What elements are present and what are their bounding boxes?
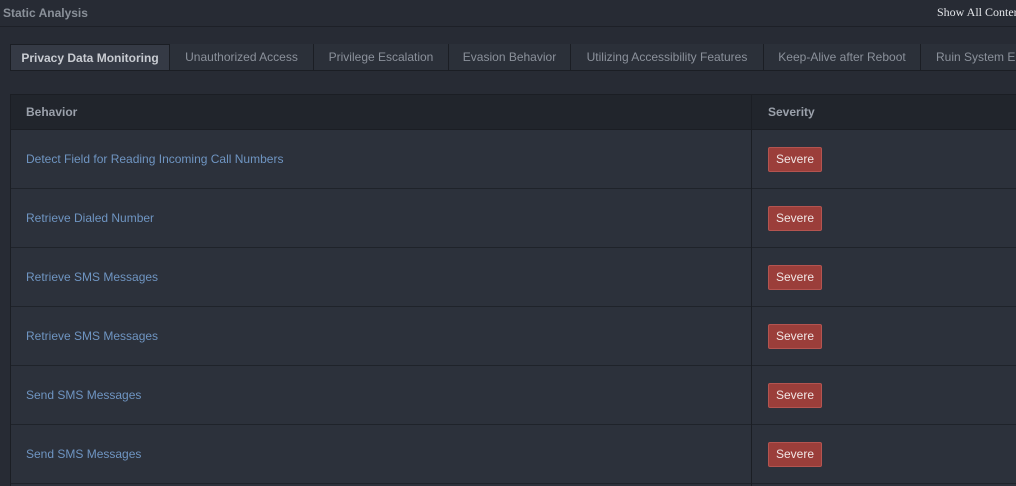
table-row: Retrieve SMS Messages Severe xyxy=(11,307,1016,366)
behavior-link[interactable]: Retrieve Dialed Number xyxy=(26,189,154,247)
severity-badge: Severe xyxy=(768,206,822,231)
table-row: Send SMS Messages Severe xyxy=(11,425,1016,484)
tab-keep-alive-after-reboot[interactable]: Keep-Alive after Reboot xyxy=(764,44,921,70)
severity-badge: Severe xyxy=(768,265,822,290)
behavior-table: Behavior Severity Detect Field for Readi… xyxy=(10,94,1016,486)
page-title: Static Analysis xyxy=(3,6,88,20)
column-header-severity[interactable]: Severity xyxy=(768,95,815,130)
tab-unauthorized-access[interactable]: Unauthorized Access xyxy=(170,44,314,70)
category-tabs: Privacy Data Monitoring Unauthorized Acc… xyxy=(10,44,1016,71)
column-divider xyxy=(751,95,752,486)
behavior-link[interactable]: Send SMS Messages xyxy=(26,425,141,483)
table-header: Behavior Severity xyxy=(11,95,1016,130)
severity-badge: Severe xyxy=(768,147,822,172)
behavior-link[interactable]: Detect Field for Reading Incoming Call N… xyxy=(26,130,283,188)
severity-badge: Severe xyxy=(768,383,822,408)
tab-privilege-escalation[interactable]: Privilege Escalation xyxy=(314,44,449,70)
tab-ruin-system[interactable]: Ruin System Er xyxy=(921,44,1016,70)
table-row: Send SMS Messages Severe xyxy=(11,366,1016,425)
table-row: Retrieve Dialed Number Severe xyxy=(11,189,1016,248)
behavior-link[interactable]: Retrieve SMS Messages xyxy=(26,248,158,306)
tab-evasion-behavior[interactable]: Evasion Behavior xyxy=(449,44,571,70)
severity-badge: Severe xyxy=(768,324,822,349)
show-all-content-link[interactable]: Show All Conter xyxy=(937,5,1016,20)
table-row: Detect Field for Reading Incoming Call N… xyxy=(11,130,1016,189)
header-bar: Static Analysis Show All Conter xyxy=(0,0,1016,27)
column-header-behavior[interactable]: Behavior xyxy=(26,95,77,130)
table-row: Retrieve SMS Messages Severe xyxy=(11,248,1016,307)
static-analysis-page: Static Analysis Show All Conter Privacy … xyxy=(0,0,1016,486)
behavior-link[interactable]: Send SMS Messages xyxy=(26,366,141,424)
behavior-link[interactable]: Retrieve SMS Messages xyxy=(26,307,158,365)
severity-badge: Severe xyxy=(768,442,822,467)
tab-privacy-data-monitoring[interactable]: Privacy Data Monitoring xyxy=(10,44,170,70)
tab-utilizing-accessibility-features[interactable]: Utilizing Accessibility Features xyxy=(571,44,764,70)
